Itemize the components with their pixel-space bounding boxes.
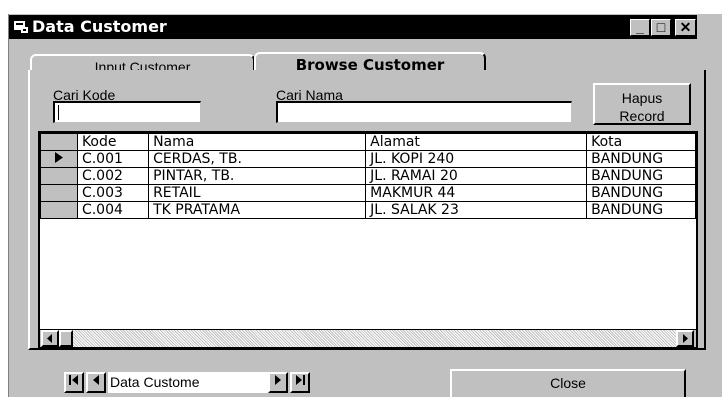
last-record-button[interactable] [290,372,310,393]
data-control-caption: Data Custome [108,372,268,393]
tab-browse-customer[interactable]: Browse Customer [254,52,486,74]
grid-header-row: Kode Nama Alamat Kota [40,133,696,151]
cell-kode[interactable]: C.001 [76,150,150,168]
scroll-right-button[interactable] [676,330,694,347]
app-icon [14,21,28,33]
customer-grid[interactable]: Kode Nama Alamat Kota C.001 CERDAS, TB. … [38,131,698,349]
cell-nama[interactable]: RETAIL [148,184,367,202]
record-selector[interactable] [40,201,78,219]
table-row[interactable]: C.001 CERDAS, TB. JL. KOPI 240 BANDUNG [40,150,696,168]
cell-kota[interactable]: BANDUNG [586,201,696,219]
next-record-button[interactable] [268,372,288,393]
scroll-track[interactable] [73,330,676,347]
maximize-icon: □ [656,19,666,35]
cari-kode-input[interactable] [53,101,201,123]
cell-kode[interactable]: C.004 [76,201,150,219]
cell-nama[interactable]: PINTAR, TB. [148,167,367,185]
close-button[interactable]: Close [450,369,686,397]
cell-nama[interactable]: TK PRATAMA [148,201,367,219]
record-selector[interactable] [40,184,78,202]
cell-nama[interactable]: CERDAS, TB. [148,150,367,168]
text-cursor [58,105,59,120]
current-row-arrow-icon [54,151,63,163]
header-corner [40,133,78,151]
maximize-button[interactable]: □ [651,19,671,36]
close-icon: ✕ [679,19,692,35]
minimize-icon: _ [636,19,644,35]
column-header-kode[interactable]: Kode [76,133,150,151]
scroll-thumb[interactable] [59,330,73,347]
cell-kota[interactable]: BANDUNG [586,184,696,202]
table-row[interactable]: C.003 RETAIL MAKMUR 44 BANDUNG [40,184,696,202]
cell-alamat[interactable]: JL. RAMAI 20 [365,167,588,185]
cell-kota[interactable]: BANDUNG [586,150,696,168]
column-header-alamat[interactable]: Alamat [365,133,588,151]
customer-table: Kode Nama Alamat Kota C.001 CERDAS, TB. … [40,133,696,219]
prev-record-icon [93,375,99,385]
caption-edge [697,15,722,39]
column-header-nama[interactable]: Nama [148,133,367,151]
scroll-right-arrow-icon [683,334,688,343]
cell-alamat[interactable]: MAKMUR 44 [365,184,588,202]
hapus-record-button[interactable]: Hapus Record [593,83,691,125]
prev-record-button[interactable] [86,372,106,393]
hapus-label-line1: Hapus [621,90,663,106]
next-record-icon [275,375,281,385]
cell-kode[interactable]: C.003 [76,184,150,202]
cell-alamat[interactable]: JL. KOPI 240 [365,150,588,168]
window-title: Data Customer [32,17,167,36]
last-record-icon [296,375,305,385]
cell-kode[interactable]: C.002 [76,167,150,185]
scroll-left-arrow-icon [47,334,52,343]
minimize-button[interactable]: _ [630,19,650,36]
record-selector[interactable] [40,167,78,185]
column-header-kota[interactable]: Kota [586,133,696,151]
cari-nama-input[interactable] [276,101,572,123]
first-record-button[interactable] [64,372,84,393]
cell-kota[interactable]: BANDUNG [586,167,696,185]
close-window-button[interactable]: ✕ [675,19,696,36]
table-row[interactable]: C.004 TK PRATAMA JL. SALAK 23 BANDUNG [40,201,696,219]
cell-alamat[interactable]: JL. SALAK 23 [365,201,588,219]
record-selector-current[interactable] [40,150,78,168]
table-row[interactable]: C.002 PINTAR, TB. JL. RAMAI 20 BANDUNG [40,167,696,185]
hapus-label-line2: Record [619,108,665,124]
scroll-left-button[interactable] [41,330,59,347]
first-record-icon [69,375,78,385]
